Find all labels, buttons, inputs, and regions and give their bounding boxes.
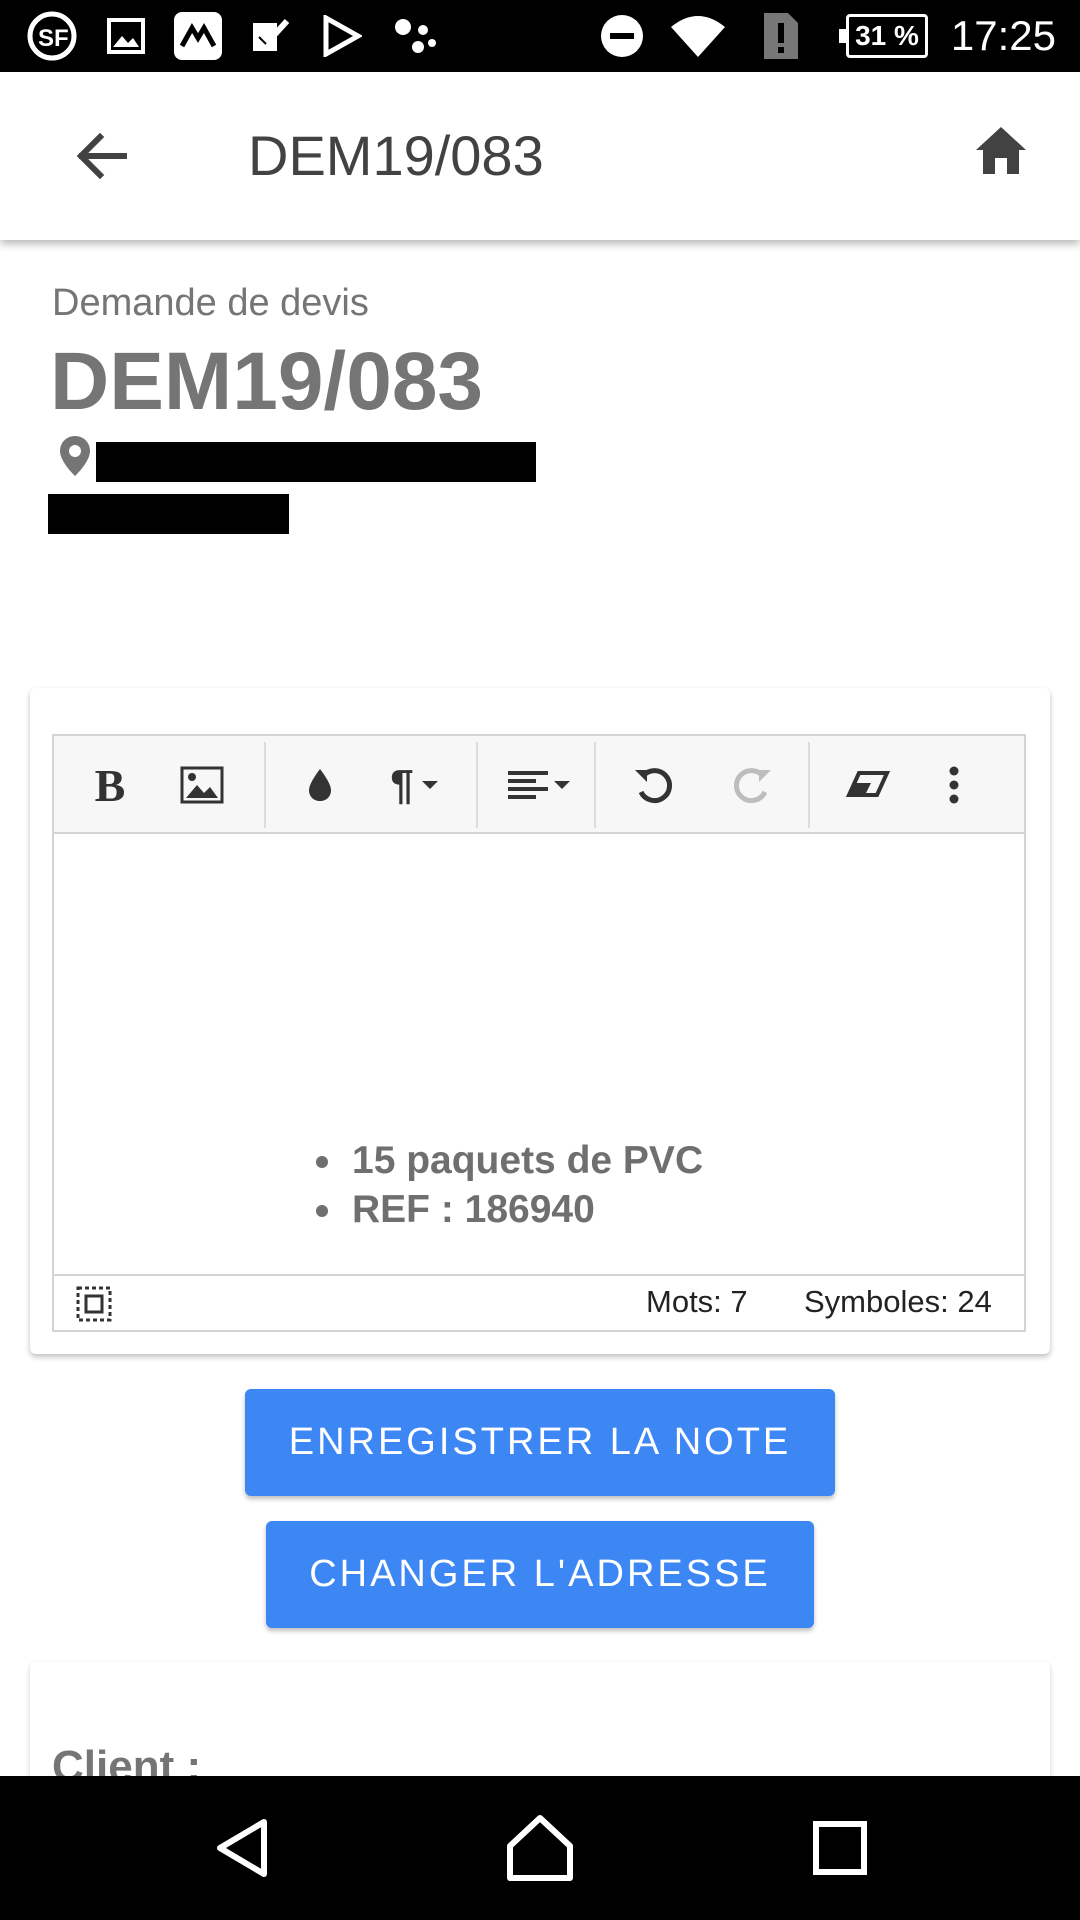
more-options-button[interactable] <box>934 756 974 814</box>
rich-text-editor: B ¶ 15 paquets de PVC REF: 186940 Mots:… <box>52 734 1026 1332</box>
arrow-back-icon[interactable] <box>70 124 134 188</box>
sf-app-icon: SF <box>24 11 80 61</box>
navigation-bar <box>0 1776 1080 1920</box>
toolbar-divider <box>264 742 266 828</box>
document-number: DEM19/083 <box>50 336 484 427</box>
home-nav-icon[interactable] <box>504 1812 576 1884</box>
paragraph-label: ¶ <box>390 761 414 808</box>
color-button[interactable] <box>298 756 342 814</box>
note-card: B ¶ 15 paquets de PVC REF: 186940 Mots:… <box>30 688 1050 1354</box>
battery-icon: 31 % <box>839 14 928 58</box>
toolbar-divider <box>476 742 478 828</box>
back-nav-icon[interactable] <box>206 1812 278 1884</box>
save-note-button[interactable]: ENREGISTRER LA NOTE <box>245 1389 835 1496</box>
status-bar: SF 31 % 17:25 <box>0 0 1080 72</box>
document-type: Demande de devis <box>52 282 369 324</box>
redacted-address-line-1 <box>96 442 536 482</box>
note-list: 15 paquets de PVC REF : 186940 <box>316 1136 703 1234</box>
assistant-icon <box>390 12 440 60</box>
image-button[interactable] <box>174 756 230 814</box>
align-left-icon <box>508 771 548 799</box>
symbol-count: Symboles: 24 <box>804 1284 992 1319</box>
image-icon <box>180 766 224 804</box>
word-count: Mots: 7 <box>646 1284 748 1319</box>
app-bar: DEM19/083 <box>0 72 1080 240</box>
toolbar-divider <box>808 742 810 828</box>
redacted-address-line-2 <box>48 494 289 534</box>
caret-down-icon <box>421 781 438 789</box>
redo-icon <box>734 768 771 804</box>
check-icon <box>248 12 292 60</box>
align-button[interactable] <box>500 756 580 814</box>
do-not-disturb-icon <box>598 12 646 60</box>
undo-icon <box>635 768 672 804</box>
image-icon <box>104 12 148 60</box>
editor-content-area[interactable]: 15 paquets de PVC REF : 186940 <box>54 834 1024 1274</box>
editor-statusbar: Mots: 7 Symboles: 24 <box>54 1274 1024 1330</box>
home-icon[interactable] <box>972 122 1030 180</box>
bold-button[interactable]: B <box>84 756 136 814</box>
more-vert-icon <box>949 766 959 804</box>
undo-button[interactable] <box>626 756 682 814</box>
drop-icon <box>309 769 331 801</box>
wifi-icon <box>668 12 728 60</box>
toolbar-divider <box>594 742 596 828</box>
paragraph-button[interactable]: ¶ <box>380 756 450 814</box>
sim-alert-icon <box>760 12 802 60</box>
redo-button[interactable] <box>724 756 780 814</box>
play-store-icon <box>320 12 364 60</box>
status-time: 17:25 <box>950 12 1056 59</box>
recents-nav-icon[interactable] <box>804 1812 876 1884</box>
pin-icon <box>58 434 92 478</box>
eraser-button[interactable] <box>838 756 898 814</box>
change-address-button[interactable]: CHANGER L'ADRESSE <box>266 1521 814 1628</box>
svg-text:SF: SF <box>38 25 69 52</box>
list-item: REF : 186940 <box>316 1185 703 1234</box>
caret-down-icon <box>554 781 570 789</box>
app-icon <box>172 12 224 60</box>
select-all-icon[interactable] <box>76 1286 112 1322</box>
page-title: DEM19/083 <box>248 124 544 187</box>
editor-toolbar: B ¶ <box>54 736 1024 834</box>
bold-label: B <box>94 759 126 811</box>
list-item: 15 paquets de PVC <box>316 1136 703 1185</box>
eraser-icon <box>845 771 891 797</box>
